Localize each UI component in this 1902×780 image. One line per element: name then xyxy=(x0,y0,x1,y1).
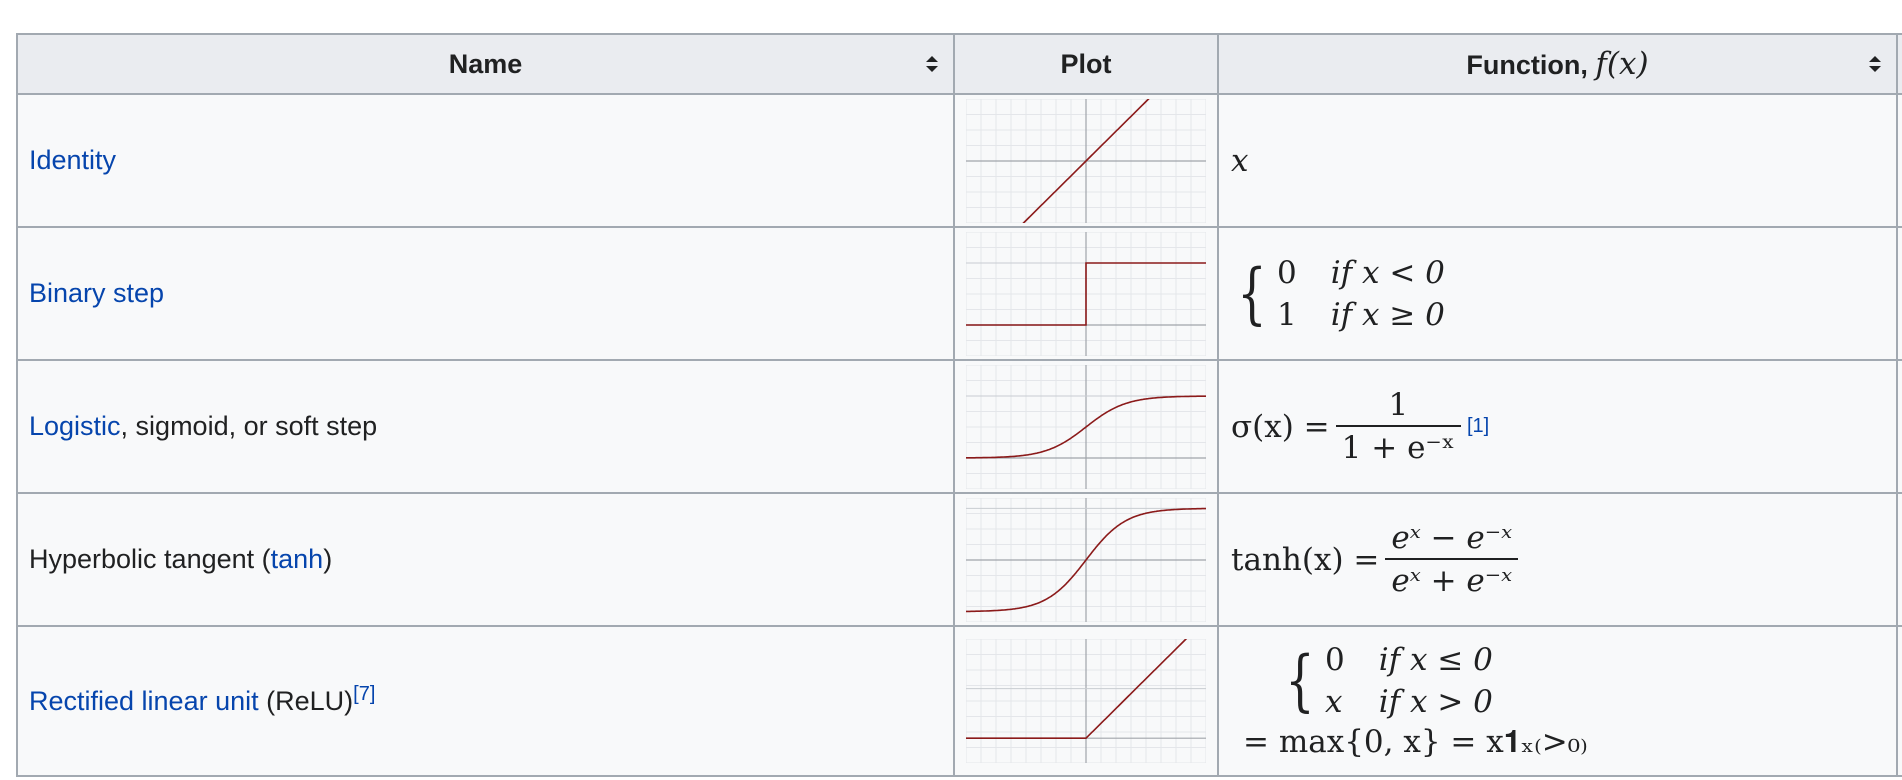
cases-grid: 0 if x < 0 1 if x ≥ 0 xyxy=(1277,253,1445,335)
case-condition: if x < 0 xyxy=(1330,254,1445,291)
case-condition: if x ≥ 0 xyxy=(1330,296,1445,333)
extra-cell xyxy=(1896,93,1902,228)
brace-glyph: { xyxy=(1285,642,1315,719)
reference-link[interactable]: [1] xyxy=(1467,415,1489,438)
fraction-numerator: eˣ − e⁻ˣ xyxy=(1391,519,1513,556)
tanh-link[interactable]: tanh xyxy=(271,544,324,574)
function-cell: x xyxy=(1217,93,1898,228)
name-cell: Rectified linear unit (ReLU)[7] xyxy=(16,625,955,777)
table-row: Logistic, sigmoid, or soft step σ(x) = 1… xyxy=(16,359,1902,494)
function-cell: tanh(x) = eˣ − e⁻ˣ eˣ + e⁻ˣ xyxy=(1217,492,1898,627)
case-condition: if x > 0 xyxy=(1378,684,1493,720)
extra-cell xyxy=(1896,359,1902,494)
case-value: 1 xyxy=(1277,296,1297,333)
brace-glyph: { xyxy=(1237,254,1267,332)
case-value: 0 xyxy=(1325,642,1345,678)
sort-icon[interactable] xyxy=(1868,54,1882,74)
plot-cell xyxy=(953,93,1219,228)
identity-plot xyxy=(966,98,1206,223)
column-header-plot-label: Plot xyxy=(1060,48,1112,79)
plot-cell xyxy=(953,492,1219,627)
name-cell: Binary step xyxy=(16,226,955,361)
extra-cell xyxy=(1896,492,1902,627)
activation-functions-table-container: Name Plot Function, f(x) Identity x Bina… xyxy=(16,33,1902,780)
identity-link[interactable]: Identity xyxy=(29,145,116,175)
plot-cell xyxy=(953,625,1219,777)
piecewise-formula: { 0 if x ≤ 0 x if x > 0 xyxy=(1279,640,1493,722)
column-header-extra xyxy=(1896,33,1902,95)
activation-functions-table: Name Plot Function, f(x) Identity x Bina… xyxy=(16,33,1902,777)
name-prefix: Hyperbolic tangent ( xyxy=(29,544,271,574)
logistic-plot xyxy=(966,364,1206,489)
name-cell: Logistic, sigmoid, or soft step xyxy=(16,359,955,494)
case-condition: if x ≤ 0 xyxy=(1378,642,1493,678)
fraction: 1 1 + e⁻ˣ xyxy=(1335,385,1461,469)
fraction-numerator: 1 xyxy=(1388,386,1409,423)
logistic-link[interactable]: Logistic xyxy=(29,411,121,441)
tanh-formula: tanh(x) = eˣ − e⁻ˣ eˣ + e⁻ˣ xyxy=(1231,518,1524,602)
case-value: x xyxy=(1325,684,1343,720)
fraction: eˣ − e⁻ˣ eˣ + e⁻ˣ xyxy=(1385,518,1519,602)
table-row: Hyperbolic tangent (tanh) tanh(x) = eˣ −… xyxy=(16,492,1902,627)
relu-cases-line: { 0 if x ≤ 0 x if x > 0 xyxy=(1231,640,1896,722)
formula-lhs: tanh(x) = xyxy=(1231,541,1380,578)
relu-max-line: = max{0, x} = x𝟏ₓ₍>₀₎ xyxy=(1243,724,1588,760)
name-cell: Identity xyxy=(16,93,955,228)
case-value: 0 xyxy=(1277,254,1297,291)
column-header-plot: Plot xyxy=(953,33,1219,95)
formula-lhs: σ(x) = xyxy=(1231,408,1330,445)
column-header-function-label: Function, xyxy=(1466,50,1596,80)
function-formula: x xyxy=(1231,142,1249,179)
extra-cell xyxy=(1896,226,1902,361)
table-row: Binary step { 0 if x < 0 1 if x ≥ 0 xyxy=(16,226,1902,361)
piecewise-formula: { 0 if x < 0 1 if x ≥ 0 xyxy=(1231,253,1445,335)
tanh-plot xyxy=(966,497,1206,622)
column-header-name[interactable]: Name xyxy=(16,33,955,95)
function-cell: { 0 if x ≤ 0 x if x > 0 = max{0, x} = x𝟏… xyxy=(1217,625,1898,777)
column-header-function-math: f(x) xyxy=(1595,46,1649,82)
reference-link[interactable]: [7] xyxy=(353,683,375,705)
function-cell: { 0 if x < 0 1 if x ≥ 0 xyxy=(1217,226,1898,361)
extra-cell xyxy=(1896,625,1902,777)
function-cell: σ(x) = 1 1 + e⁻ˣ [1] xyxy=(1217,359,1898,494)
name-suffix: (ReLU) xyxy=(258,685,354,716)
table-row: Rectified linear unit (ReLU)[7] { 0 if x… xyxy=(16,625,1902,777)
fraction-denominator: 1 + e⁻ˣ xyxy=(1335,424,1461,469)
sort-icon[interactable] xyxy=(925,54,939,74)
column-header-name-label: Name xyxy=(448,48,523,79)
fraction-denominator: eˣ + e⁻ˣ xyxy=(1385,557,1519,602)
plot-cell xyxy=(953,359,1219,494)
cases-grid: 0 if x ≤ 0 x if x > 0 xyxy=(1325,640,1493,722)
column-header-function[interactable]: Function, f(x) xyxy=(1217,33,1898,95)
binary-step-plot xyxy=(966,231,1206,356)
plot-cell xyxy=(953,226,1219,361)
relu-link[interactable]: Rectified linear unit xyxy=(29,686,259,716)
name-suffix: , sigmoid, or soft step xyxy=(120,411,378,441)
relu-plot xyxy=(966,639,1206,763)
binary-step-link[interactable]: Binary step xyxy=(29,278,164,308)
name-suffix: ) xyxy=(323,544,333,574)
table-row: Identity x xyxy=(16,93,1902,228)
logistic-formula: σ(x) = 1 1 + e⁻ˣ [1] xyxy=(1231,385,1489,469)
name-cell: Hyperbolic tangent (tanh) xyxy=(16,492,955,627)
